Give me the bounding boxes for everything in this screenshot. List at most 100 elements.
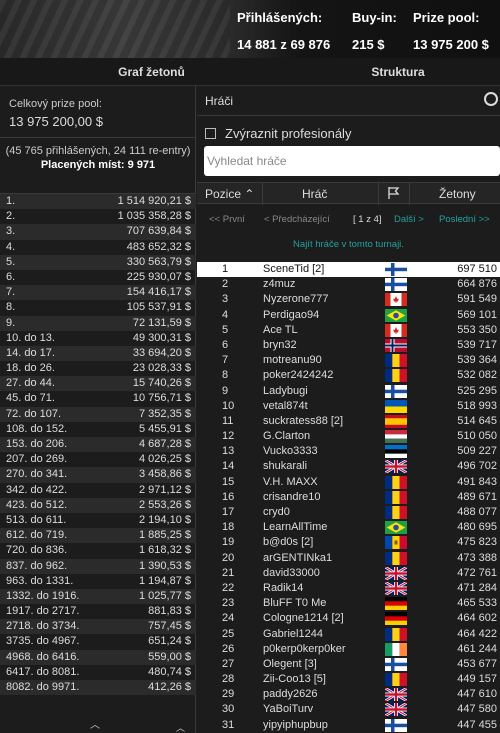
- col-player[interactable]: Hráč: [302, 187, 327, 201]
- payout-place: 72. do 107.: [6, 407, 62, 420]
- player-row[interactable]: 11 suckratess88 [2] 514 645: [197, 414, 500, 429]
- player-position: 14: [222, 460, 235, 473]
- ro-flag-icon: [385, 475, 407, 489]
- player-row[interactable]: 8 poker2424242 532 082: [197, 368, 500, 383]
- highlight-pros-toggle[interactable]: Zvýraznit profesionály: [205, 126, 351, 141]
- payout-amount: 7 352,35 $: [139, 407, 191, 420]
- player-chips: 514 645: [457, 414, 497, 427]
- player-row[interactable]: 19 b@d0s [2] 475 823: [197, 535, 500, 550]
- payout-place: 14. do 17.: [6, 346, 55, 359]
- payout-place: 207. do 269.: [6, 453, 68, 466]
- player-row[interactable]: 29 paddy2626 447 610: [197, 687, 500, 702]
- player-row[interactable]: 26 p0kerp0kerp0ker 461 244: [197, 642, 500, 657]
- player-row[interactable]: 25 Gabriel1244 464 422: [197, 627, 500, 642]
- payout-amount: 757,45 $: [148, 620, 191, 633]
- search-icon[interactable]: [484, 92, 498, 106]
- payout-row: 3735. do 4967. 651,24 $: [0, 634, 196, 649]
- player-name: motreanu90: [263, 354, 322, 367]
- col-chips[interactable]: Žetony: [439, 187, 476, 201]
- payout-place: 1332. do 1916.: [6, 589, 80, 602]
- player-row[interactable]: 17 cryd0 488 077: [197, 505, 500, 520]
- player-position: 20: [222, 551, 235, 564]
- player-name: b@d0s [2]: [263, 536, 314, 549]
- player-name: yipyiphupbup: [263, 718, 328, 731]
- ro-flag-icon: [385, 354, 407, 368]
- registered-label: Přihlášených:: [237, 10, 323, 25]
- player-row[interactable]: 2 z4muz 664 876: [197, 277, 500, 292]
- player-chips: 461 244: [457, 642, 497, 655]
- fi-flag-icon: [385, 718, 407, 732]
- payout-row: 1917. do 2717. 881,83 $: [0, 604, 196, 619]
- player-row[interactable]: 5 Ace TL 553 350: [197, 323, 500, 338]
- ro-flag-icon: [385, 490, 407, 504]
- page-next[interactable]: Další >: [394, 214, 424, 225]
- page-last[interactable]: Poslední >>: [439, 214, 490, 225]
- player-row[interactable]: 28 Zii-Coo13 [5] 449 157: [197, 672, 500, 687]
- collapse-chevron-icon[interactable]: ︿: [176, 721, 185, 733]
- payout-row: 8082. do 9971. 412,26 $: [0, 680, 196, 696]
- scroll-up-icon[interactable]: ︿: [90, 716, 100, 731]
- payout-place: 108. do 152.: [6, 422, 68, 435]
- player-row[interactable]: 30 YaBoiTurv 447 580: [197, 702, 500, 717]
- player-row[interactable]: 1 SceneTid [2] 697 510: [197, 262, 500, 278]
- player-chips: 591 549: [457, 293, 497, 306]
- payout-amount: 72 131,59 $: [132, 316, 191, 329]
- paid-places: Placených míst: 9 971: [40, 159, 156, 171]
- player-row[interactable]: 7 motreanu90 539 364: [197, 353, 500, 368]
- flag-column-icon[interactable]: [387, 186, 401, 203]
- highlight-pros-checkbox[interactable]: [205, 128, 216, 139]
- player-list: 1 SceneTid [2] 697 510 2 z4muz 664 876 3 Nyzero…: [197, 262, 500, 733]
- player-row[interactable]: 13 Vucko3333 509 227: [197, 444, 500, 459]
- payout-place: 612. do 719.: [6, 529, 68, 542]
- player-row[interactable]: 20 arGENTINka1 473 388: [197, 551, 500, 566]
- payout-table[interactable]: 1. 1 514 920,21 $ 2. 1 035 358,28 $ 3. 707 63…: [0, 194, 196, 696]
- player-row[interactable]: 23 BluFF T0 Me 465 533: [197, 596, 500, 611]
- fi-flag-icon: [385, 384, 407, 398]
- player-row[interactable]: 4 Perdigao94 569 101: [197, 308, 500, 323]
- player-row[interactable]: 9 Ladybugi 525 295: [197, 384, 500, 399]
- tab-chip-graph[interactable]: Graf žetonů: [0, 58, 303, 86]
- buyin-stat: Buy-in: 215 $: [352, 10, 397, 52]
- player-name: arGENTINka1: [263, 551, 333, 564]
- payout-row: 27. do 44. 15 740,26 $: [0, 376, 196, 392]
- player-position: 30: [222, 703, 235, 716]
- tab-structure[interactable]: Struktura: [303, 58, 493, 86]
- player-position: 22: [222, 581, 235, 594]
- player-chips: 447 580: [457, 703, 497, 716]
- ro-flag-icon: [385, 369, 407, 383]
- payout-place: 4.: [6, 240, 16, 253]
- page-prev[interactable]: < Předcházející: [264, 214, 330, 225]
- player-chips: 491 843: [457, 475, 497, 488]
- player-row[interactable]: 3 Nyzerone777 591 549: [197, 292, 500, 307]
- player-row[interactable]: 27 Olegent [3] 453 677: [197, 657, 500, 672]
- player-row[interactable]: 24 Cologne1214 [2] 464 602: [197, 611, 500, 626]
- player-name: V.H. MAXX: [263, 475, 318, 488]
- payout-place: 1.: [6, 195, 16, 207]
- player-chips: 539 364: [457, 354, 497, 367]
- find-me-link[interactable]: Najít hráče v tomto turnaji.: [197, 239, 500, 250]
- player-row[interactable]: 22 Radik14 471 284: [197, 581, 500, 596]
- player-name: Ladybugi: [263, 384, 308, 397]
- player-chips: 539 717: [457, 338, 497, 351]
- payout-amount: 707 639,84 $: [126, 225, 191, 238]
- player-search-input[interactable]: [204, 146, 500, 176]
- player-row[interactable]: 18 LearnAllTime 480 695: [197, 520, 500, 535]
- player-row[interactable]: 6 bryn32 539 717: [197, 338, 500, 353]
- payout-place: 513. do 611.: [6, 513, 67, 526]
- page-first[interactable]: << První: [209, 214, 245, 225]
- player-row[interactable]: 31 yipyiphupbup 447 455: [197, 718, 500, 733]
- md-flag-icon: [385, 536, 407, 550]
- payout-row: 8. 105 537,91 $: [0, 300, 196, 315]
- player-row[interactable]: 12 G.Clarton 510 050: [197, 429, 500, 444]
- es-flag-icon: [385, 414, 407, 428]
- player-row[interactable]: 10 vetal874t 518 993: [197, 399, 500, 414]
- player-row[interactable]: 21 david33000 472 761: [197, 566, 500, 581]
- payout-amount: 105 537,91 $: [126, 301, 191, 314]
- ua-flag-icon: [385, 399, 407, 413]
- player-row[interactable]: 14 shukarali 496 702: [197, 459, 500, 474]
- player-chips: 465 533: [457, 597, 497, 610]
- player-row[interactable]: 16 crisandre10 489 671: [197, 490, 500, 505]
- fi-flag-icon: [385, 278, 407, 292]
- player-row[interactable]: 15 V.H. MAXX 491 843: [197, 475, 500, 490]
- col-position[interactable]: Pozice ⌃: [205, 187, 254, 201]
